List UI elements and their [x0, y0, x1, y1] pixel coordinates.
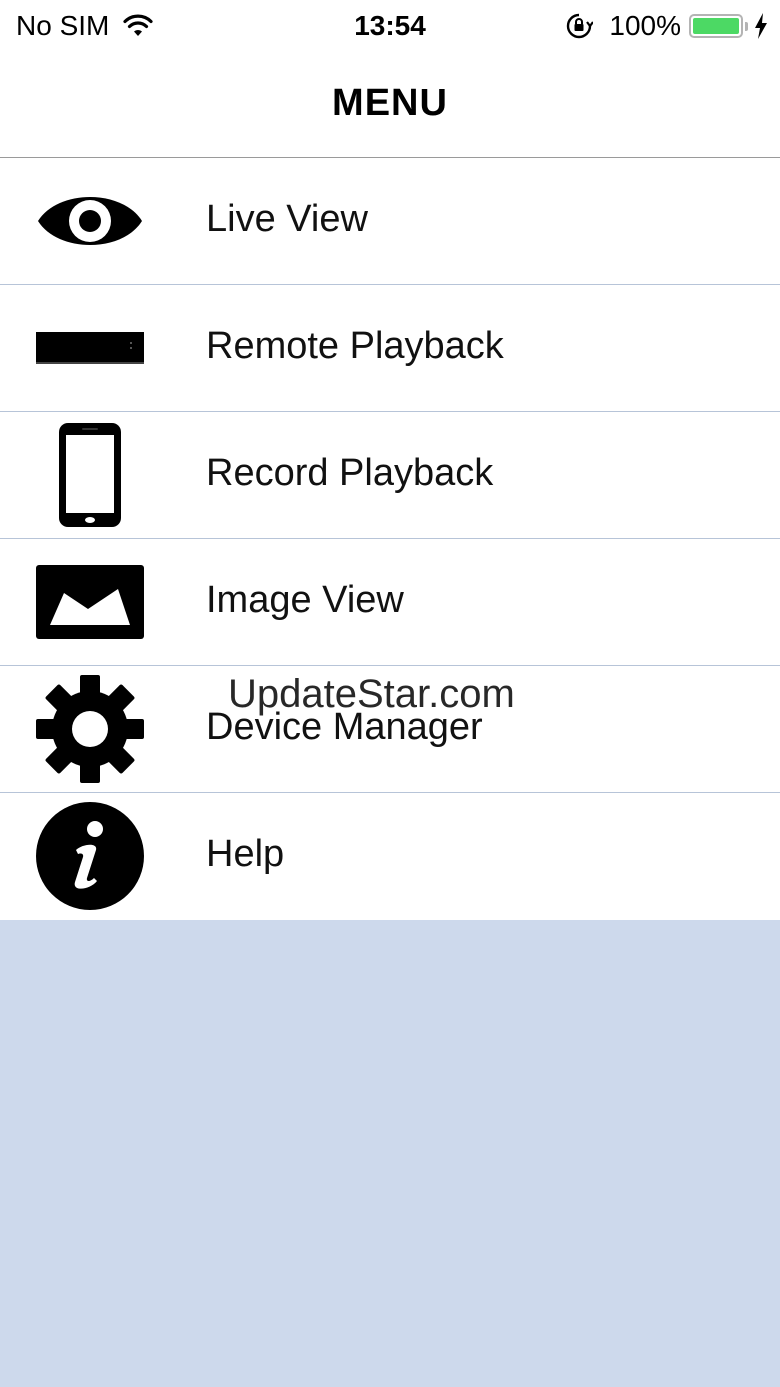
- battery-fill: [693, 18, 739, 34]
- dvr-recorder-icon: [36, 294, 144, 402]
- battery-percent: 100%: [609, 10, 681, 41]
- battery-icon: [689, 14, 743, 38]
- info-icon: [36, 802, 144, 910]
- gear-icon: [36, 675, 144, 783]
- charging-bolt-icon: [755, 13, 767, 39]
- page-title: MENU: [332, 82, 448, 124]
- smartphone-icon: [36, 421, 144, 529]
- battery-tip: [745, 21, 748, 31]
- menu-item-remote-playback[interactable]: Remote Playback: [0, 285, 780, 412]
- menu-item-label: Image View: [206, 579, 404, 621]
- orientation-lock-icon: [567, 13, 594, 39]
- eye-icon: [36, 167, 144, 275]
- menu-item-label: Help: [206, 833, 285, 875]
- menu-item-help[interactable]: Help: [0, 793, 780, 920]
- menu-item-image-view[interactable]: Image View: [0, 539, 780, 666]
- menu-item-label: Record Playback: [206, 452, 494, 494]
- status-right: 100%: [565, 10, 768, 42]
- status-bar: No SIM 13:54 100%: [0, 0, 780, 52]
- watermark: UpdateStar.com: [228, 672, 515, 716]
- menu-item-record-playback[interactable]: Record Playback: [0, 412, 780, 539]
- menu-item-label: Live View: [206, 198, 368, 240]
- menu-list: Live View Remote Playback Record Playbac…: [0, 158, 780, 920]
- menu-item-label: Remote Playback: [206, 325, 504, 367]
- image-icon: [36, 548, 144, 656]
- menu-item-live-view[interactable]: Live View: [0, 158, 780, 285]
- nav-bar: MENU: [0, 52, 780, 158]
